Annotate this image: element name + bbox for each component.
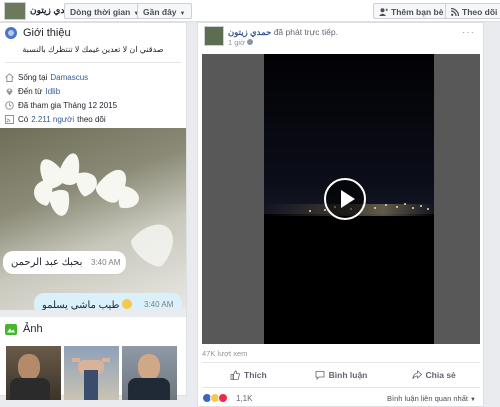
caret-down-icon: ▼ xyxy=(470,397,476,403)
video-player[interactable] xyxy=(202,54,480,344)
followers-link[interactable]: 2.211 người xyxy=(31,115,74,124)
house-icon xyxy=(5,72,14,82)
like-button[interactable]: Thích xyxy=(202,364,295,386)
divider xyxy=(202,387,480,388)
love-reaction-icon xyxy=(218,393,228,403)
share-button[interactable]: Chia sẻ xyxy=(387,364,480,386)
profile-avatar-small[interactable] xyxy=(4,2,26,20)
flower-petal xyxy=(117,185,141,211)
photo-thumbnail[interactable] xyxy=(6,346,61,400)
divider xyxy=(202,362,480,363)
chat-bubble-sent: طيب ماشي يسلمو 3:40 AM xyxy=(34,293,182,310)
comment-icon xyxy=(315,371,325,380)
comment-button[interactable]: Bình luận xyxy=(295,364,388,386)
photo-thumbnails xyxy=(0,341,186,400)
profile-topbar: حمدي زيتون Dòng thời gian▼ Gần đây▼ Thêm… xyxy=(0,0,500,22)
intro-details: Sống tại Damascus Đến từ Idlib Đã tham gia… xyxy=(0,63,186,126)
globe-icon xyxy=(5,26,17,39)
recent-button[interactable]: Gần đây ▼ xyxy=(137,3,192,19)
timeline-button[interactable]: Dòng thời gian▼ xyxy=(64,3,146,19)
from-row: Đến từ Idlib xyxy=(5,84,181,98)
lives-in-row: Sống tại Damascus xyxy=(5,70,181,84)
followers-row: Có 2.211 người theo dõi xyxy=(5,112,181,126)
add-friend-icon xyxy=(379,8,388,16)
photo-thumbnail[interactable] xyxy=(122,346,177,400)
share-icon xyxy=(411,370,422,380)
featured-photo[interactable]: بحبك عبد الرحمن 3:40 AM طيب ماشي يسلمو 3… xyxy=(0,128,186,310)
photo-thumbnail[interactable] xyxy=(64,346,119,400)
follow-button[interactable]: Theo dõi xyxy=(445,3,500,19)
post-timestamp[interactable]: 1 giờ xyxy=(228,38,254,47)
photos-header[interactable]: Ảnh xyxy=(0,317,186,341)
globe-icon xyxy=(247,39,254,45)
emoji-icon xyxy=(122,299,133,309)
flower-petal xyxy=(126,214,184,272)
post-header: حمدي زيتون đã phát trực tiếp. xyxy=(228,27,338,37)
joined-row: Đã tham gia Tháng 12 2015 xyxy=(5,98,181,112)
intro-header: Giới thiệu xyxy=(0,23,186,42)
rss-icon xyxy=(5,114,14,124)
intro-bio: صدقني ان لا تعدين غيمك لا تنتظرك بالنسبة xyxy=(22,45,164,54)
rss-icon xyxy=(450,7,460,17)
flower-petal xyxy=(47,188,73,218)
play-button-icon[interactable] xyxy=(324,178,366,220)
clock-icon xyxy=(5,100,14,110)
more-options-icon[interactable]: ··· xyxy=(462,27,475,38)
chat-bubble-received: بحبك عبد الرحمن 3:40 AM xyxy=(3,251,126,274)
add-friend-button[interactable]: Thêm bạn bè xyxy=(373,3,450,19)
post-actions: Thích Bình luận Chia sẻ xyxy=(202,364,480,386)
intro-card: Giới thiệu صدقني ان لا تعدين غيمك لا تنت… xyxy=(0,22,187,400)
reaction-count: 1,1K xyxy=(236,394,253,403)
lives-in-link[interactable]: Damascus xyxy=(50,73,88,82)
thumbs-up-icon xyxy=(230,370,240,380)
view-count: 47K lượt xem xyxy=(202,349,248,358)
reactions-summary[interactable]: 1,1K Bình luận liên quan nhất ▼ xyxy=(202,391,482,405)
caret-down-icon: ▼ xyxy=(179,11,186,17)
pin-icon xyxy=(5,87,14,96)
post-author-avatar[interactable] xyxy=(204,26,224,46)
live-video-post: حمدي زيتون đã phát trực tiếp. 1 giờ ··· … xyxy=(197,22,484,407)
photos-icon xyxy=(5,323,17,335)
comment-sort-dropdown[interactable]: Bình luận liên quan nhất ▼ xyxy=(387,394,476,403)
from-link[interactable]: Idlib xyxy=(45,87,60,96)
post-author-name[interactable]: حمدي زيتون xyxy=(228,27,271,37)
